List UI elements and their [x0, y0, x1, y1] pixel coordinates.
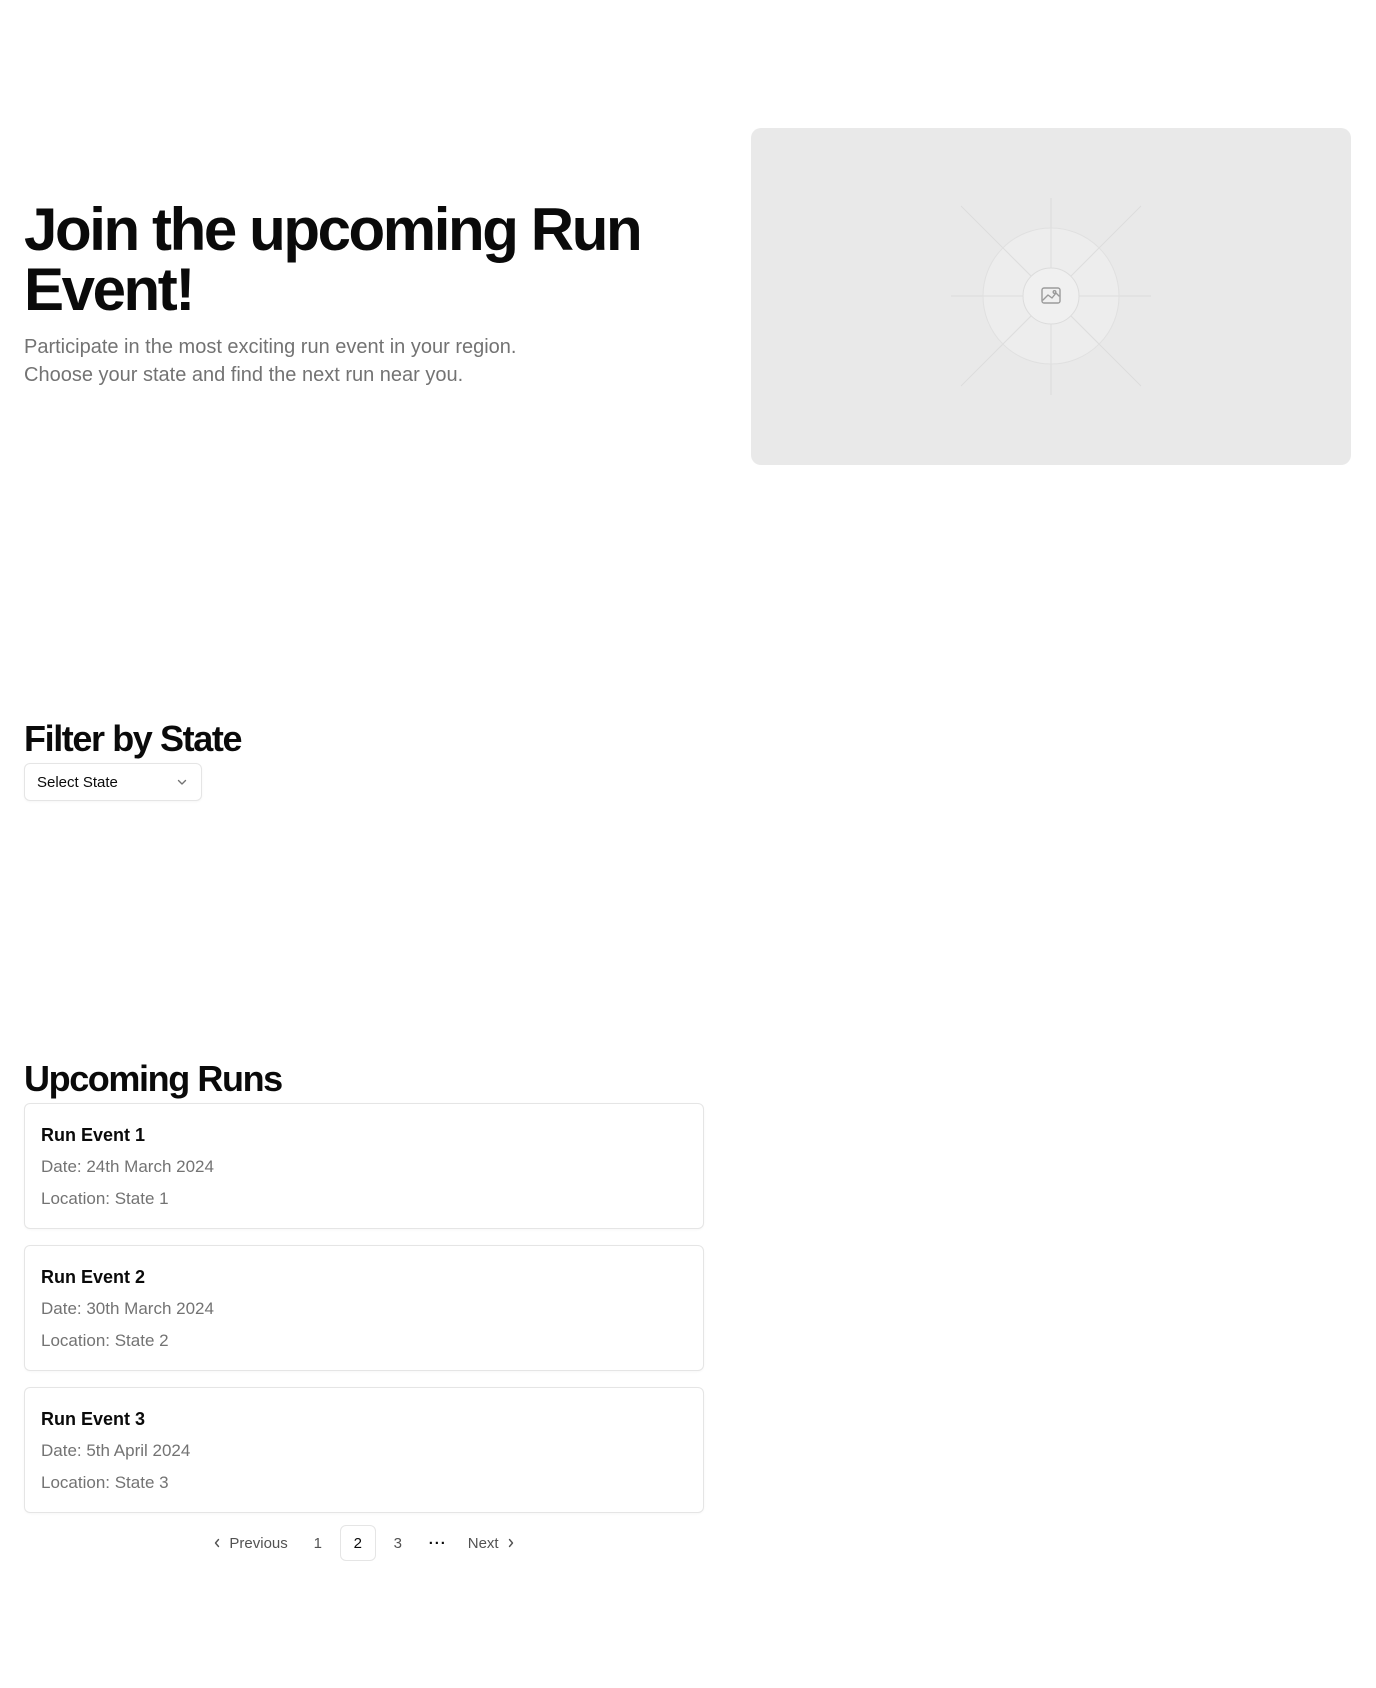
page-link-2-current[interactable]: 2 — [339, 1525, 376, 1561]
run-name: Run Event 1 — [41, 1125, 146, 1145]
state-select[interactable]: Select State — [24, 763, 202, 801]
upcoming-runs-title: Upcoming Runs — [24, 1058, 283, 1099]
page: Join the upcoming Run Event! Participate… — [0, 0, 1376, 1688]
hero-title: Join the upcoming Run Event! — [24, 196, 643, 323]
page-link-3[interactable]: 3 — [380, 1525, 416, 1561]
run-card[interactable]: Run Event 2 Date: 30th March 2024 Locati… — [24, 1245, 704, 1371]
more-pages-ellipsis: ··· — [428, 1534, 447, 1552]
chevron-down-icon — [177, 779, 187, 785]
pagination: Previous 1 2 3 ··· Next — [24, 1525, 704, 1561]
upcoming-runs-section: Upcoming Runs Run Event 1 Date: 24th Mar… — [24, 1059, 704, 1529]
next-label: Next — [467, 1534, 499, 1552]
run-date: Date: 24th March 2024 — [41, 1157, 214, 1176]
state-select-value: Select State — [37, 773, 118, 791]
run-location: Location: State 1 — [41, 1189, 169, 1208]
previous-page-button[interactable]: Previous — [205, 1525, 295, 1561]
hero-section: Join the upcoming Run Event! Participate… — [24, 200, 684, 389]
run-list: Run Event 1 Date: 24th March 2024 Locati… — [24, 1103, 704, 1513]
run-card[interactable]: Run Event 3 Date: 5th April 2024 Locatio… — [24, 1387, 704, 1513]
run-name: Run Event 3 — [41, 1409, 146, 1429]
filter-title: Filter by State — [24, 718, 242, 759]
page-link-1[interactable]: 1 — [300, 1525, 336, 1561]
filter-section: Filter by State Select State — [24, 718, 242, 801]
run-date: Date: 30th March 2024 — [41, 1299, 214, 1318]
hero-subtitle: Participate in the most exciting run eve… — [24, 336, 517, 386]
next-page-button[interactable]: Next — [460, 1525, 523, 1561]
hero-image-placeholder — [751, 128, 1351, 465]
run-name: Run Event 2 — [41, 1267, 146, 1287]
run-date: Date: 5th April 2024 — [41, 1441, 191, 1460]
chevron-right-icon — [508, 1538, 513, 1548]
chevron-left-icon — [215, 1538, 220, 1548]
run-location: Location: State 2 — [41, 1331, 169, 1350]
run-card[interactable]: Run Event 1 Date: 24th March 2024 Locati… — [24, 1103, 704, 1229]
run-location: Location: State 3 — [41, 1473, 169, 1492]
previous-label: Previous — [229, 1534, 288, 1552]
image-placeholder-icon — [951, 198, 1151, 395]
